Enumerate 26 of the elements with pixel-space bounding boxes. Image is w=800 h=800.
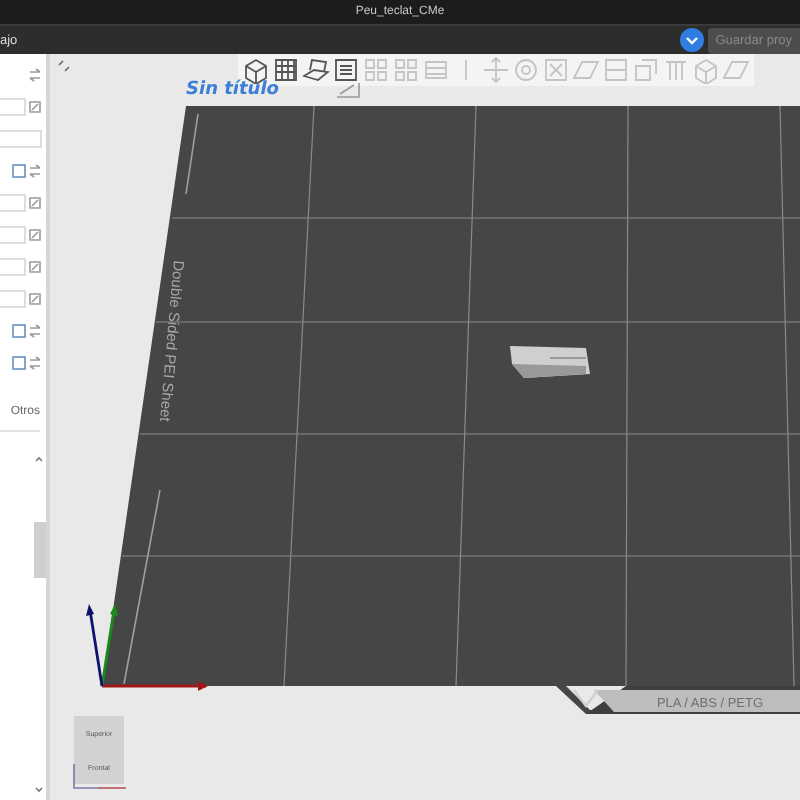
- swap-icon[interactable]: [28, 68, 42, 82]
- swap-icon[interactable]: [28, 356, 42, 370]
- collapse-icon[interactable]: [58, 60, 70, 72]
- edit-icon[interactable]: [28, 196, 42, 210]
- layers-tool-icon[interactable]: [302, 56, 330, 84]
- axes-gizmo: [86, 604, 208, 691]
- project-title: Sin título: [186, 80, 279, 100]
- input-field[interactable]: [0, 290, 26, 308]
- scrollbar-thumb[interactable]: [34, 522, 46, 578]
- input-field[interactable]: [0, 194, 26, 212]
- edit-icon[interactable]: [28, 100, 42, 114]
- input-field[interactable]: [0, 258, 26, 276]
- scroll-up-icon[interactable]: [32, 452, 46, 466]
- edit-icon[interactable]: [28, 228, 42, 242]
- swap-icon[interactable]: [28, 324, 42, 338]
- preview-tool-icon[interactable]: [332, 56, 360, 84]
- scroll-down-icon[interactable]: [32, 782, 46, 796]
- input-field[interactable]: [0, 130, 42, 148]
- edit-icon[interactable]: [28, 260, 42, 274]
- mini-axes-icon: [70, 764, 130, 792]
- input-field[interactable]: [0, 98, 26, 116]
- model-object: [510, 346, 590, 378]
- edit-icon[interactable]: [28, 292, 42, 306]
- toggle-icon[interactable]: [679, 28, 704, 52]
- input-field[interactable]: [0, 226, 26, 244]
- swap-icon[interactable]: [28, 164, 42, 178]
